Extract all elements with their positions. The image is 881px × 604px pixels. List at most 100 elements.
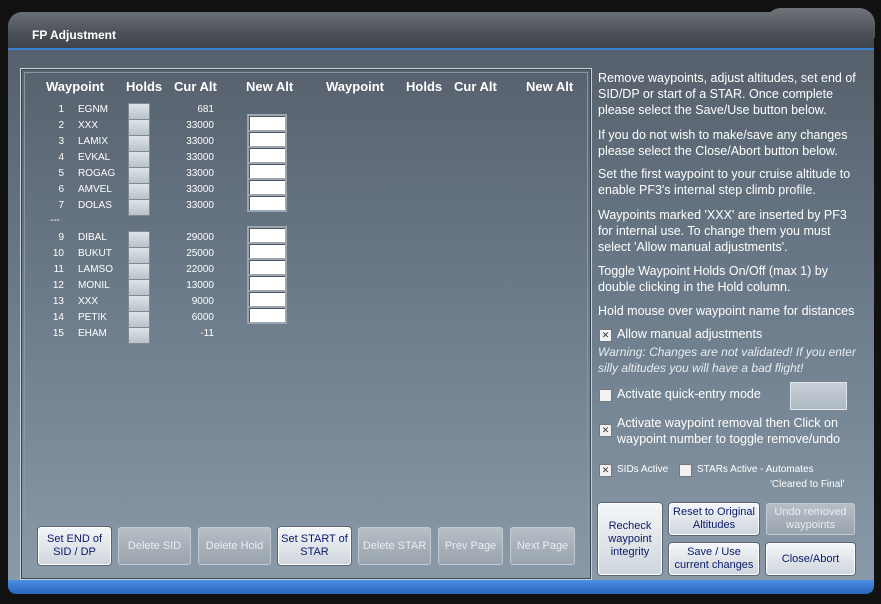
set-start-star-button[interactable]: Set START of STAR bbox=[278, 527, 351, 565]
prev-page-button[interactable]: Prev Page bbox=[438, 527, 503, 565]
hold-cell[interactable] bbox=[128, 311, 150, 328]
waypoint-number[interactable]: 2 bbox=[44, 120, 64, 131]
new-alt-input[interactable] bbox=[247, 194, 287, 212]
reset-altitudes-button[interactable]: Reset to Original Altitudes bbox=[669, 503, 759, 535]
info-text-1: Remove waypoints, adjust altitudes, set … bbox=[598, 71, 856, 117]
allow-manual-label: Allow manual adjustments bbox=[617, 327, 763, 341]
quick-entry-label: Activate quick-entry mode bbox=[617, 387, 761, 401]
waypoint-number[interactable]: 5 bbox=[44, 168, 64, 179]
waypoint-name: PETIK bbox=[78, 312, 107, 323]
cur-alt: 9000 bbox=[191, 296, 214, 307]
info-text-3: Set the first waypoint to your cruise al… bbox=[598, 167, 851, 197]
cur-alt: 6000 bbox=[191, 312, 214, 323]
waypoint-panel-inner bbox=[24, 72, 588, 576]
delete-sid-button[interactable]: Delete SID bbox=[118, 527, 191, 565]
waypoint-number[interactable]: 3 bbox=[44, 136, 64, 147]
waypoint-number[interactable]: 4 bbox=[44, 152, 64, 163]
hold-cell[interactable] bbox=[128, 231, 150, 248]
next-page-button[interactable]: Next Page bbox=[510, 527, 575, 565]
waypoint-name: XXX bbox=[78, 120, 99, 131]
stars-active-checkbox[interactable] bbox=[679, 464, 692, 477]
waypoint-name: EHAM bbox=[78, 328, 107, 339]
set-end-sid-button[interactable]: Set END of SID / DP bbox=[38, 527, 111, 565]
header-holds-2: Holds bbox=[406, 79, 443, 94]
cur-alt: 33000 bbox=[186, 168, 214, 179]
header-new-alt-2: New Alt bbox=[526, 79, 574, 94]
info-text-2: If you do not wish to make/save any chan… bbox=[598, 128, 848, 158]
hold-cell[interactable] bbox=[128, 103, 150, 120]
waypoint-name: DOLAS bbox=[78, 200, 112, 211]
waypoint-name: AMVEL bbox=[78, 184, 112, 195]
waypoint-name: LAMIX bbox=[78, 136, 109, 147]
hold-cell[interactable] bbox=[128, 183, 150, 200]
row-separator: --- bbox=[50, 215, 60, 226]
header-waypoint: Waypoint bbox=[46, 79, 105, 94]
quick-entry-input[interactable] bbox=[790, 382, 847, 410]
cur-alt: 25000 bbox=[186, 248, 214, 259]
hold-cell[interactable] bbox=[128, 167, 150, 184]
header-cur-alt: Cur Alt bbox=[174, 79, 217, 94]
info-text-5: Toggle Waypoint Holds On/Off (max 1) by … bbox=[598, 264, 828, 294]
recheck-integrity-button[interactable]: Recheck waypoint integrity bbox=[598, 503, 662, 575]
allow-manual-checkbox[interactable]: ✕ bbox=[599, 329, 612, 342]
cur-alt: 13000 bbox=[186, 280, 214, 291]
header-holds: Holds bbox=[126, 79, 163, 94]
waypoint-number[interactable]: 12 bbox=[44, 280, 64, 291]
window-title: FP Adjustment bbox=[32, 28, 117, 42]
info-text-6: Hold mouse over waypoint name for distan… bbox=[598, 304, 855, 318]
bottom-accent-bar bbox=[8, 580, 874, 594]
waypoint-name: EVKAL bbox=[78, 152, 111, 163]
cur-alt: 33000 bbox=[186, 120, 214, 131]
new-alt-input[interactable] bbox=[247, 306, 287, 324]
hold-cell[interactable] bbox=[128, 263, 150, 280]
save-use-button[interactable]: Save / Use current changes bbox=[669, 543, 759, 575]
waypoint-name: LAMSO bbox=[78, 264, 114, 275]
waypoint-number[interactable]: 9 bbox=[44, 232, 64, 243]
waypoint-name: XXX bbox=[78, 296, 99, 307]
cur-alt: 29000 bbox=[186, 232, 214, 243]
waypoint-removal-label: Activate waypoint removal then Click on … bbox=[617, 416, 841, 446]
waypoint-number[interactable]: 7 bbox=[44, 200, 64, 211]
hold-cell[interactable] bbox=[128, 151, 150, 168]
hold-cell[interactable] bbox=[128, 279, 150, 296]
title-bar bbox=[8, 12, 874, 52]
stars-active-label: STARs Active - Automates bbox=[697, 464, 814, 475]
waypoint-name: ROGAG bbox=[78, 168, 116, 179]
hold-cell[interactable] bbox=[128, 327, 150, 344]
waypoint-number[interactable]: 1 bbox=[44, 104, 64, 115]
info-text-4: Waypoints marked 'XXX' are inserted by P… bbox=[598, 208, 847, 254]
sids-active-label: SIDs Active bbox=[617, 464, 669, 475]
waypoint-number[interactable]: 10 bbox=[44, 248, 64, 259]
waypoint-number[interactable]: 6 bbox=[44, 184, 64, 195]
header-waypoint-2: Waypoint bbox=[326, 79, 385, 94]
cur-alt: 33000 bbox=[186, 200, 214, 211]
waypoint-name: BUKUT bbox=[78, 248, 112, 259]
waypoint-number[interactable]: 11 bbox=[44, 264, 64, 275]
hold-cell[interactable] bbox=[128, 119, 150, 136]
cur-alt: 22000 bbox=[186, 264, 214, 275]
waypoint-number[interactable]: 15 bbox=[44, 328, 64, 339]
manual-warning-text: Warning: Changes are not validated! If y… bbox=[598, 345, 856, 375]
waypoint-number[interactable]: 13 bbox=[44, 296, 64, 307]
header-new-alt: New Alt bbox=[246, 79, 294, 94]
close-abort-button[interactable]: Close/Abort bbox=[766, 543, 855, 575]
cur-alt: 33000 bbox=[186, 152, 214, 163]
waypoint-name: MONIL bbox=[78, 280, 110, 291]
window: FP Adjustment Waypoint Holds Cur Alt New… bbox=[0, 0, 881, 604]
delete-hold-button[interactable]: Delete Hold bbox=[198, 527, 271, 565]
hold-cell[interactable] bbox=[128, 199, 150, 216]
hold-cell[interactable] bbox=[128, 295, 150, 312]
hold-cell[interactable] bbox=[128, 247, 150, 264]
cur-alt: 681 bbox=[197, 104, 214, 115]
cur-alt: -11 bbox=[200, 328, 214, 339]
hold-cell[interactable] bbox=[128, 135, 150, 152]
undo-removed-button[interactable]: Undo removed waypoints bbox=[766, 503, 855, 535]
cur-alt: 33000 bbox=[186, 184, 214, 195]
waypoint-name: DIBAL bbox=[78, 232, 107, 243]
waypoint-removal-checkbox[interactable]: ✕ bbox=[599, 424, 612, 437]
sids-active-checkbox[interactable]: ✕ bbox=[599, 464, 612, 477]
waypoint-number[interactable]: 14 bbox=[44, 312, 64, 323]
header-cur-alt-2: Cur Alt bbox=[454, 79, 497, 94]
delete-star-button[interactable]: Delete STAR bbox=[358, 527, 431, 565]
quick-entry-checkbox[interactable] bbox=[599, 389, 612, 402]
